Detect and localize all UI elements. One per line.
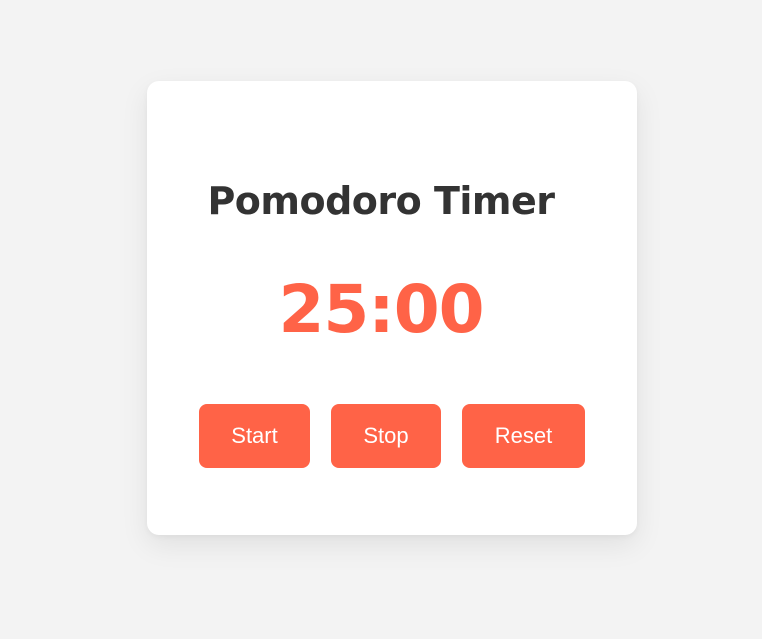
stop-button[interactable]: Stop xyxy=(331,404,441,468)
start-button[interactable]: Start xyxy=(199,404,310,468)
reset-button[interactable]: Reset xyxy=(462,404,585,468)
page-title: Pomodoro Timer xyxy=(207,179,555,223)
timer-display: 25:00 xyxy=(278,271,484,348)
